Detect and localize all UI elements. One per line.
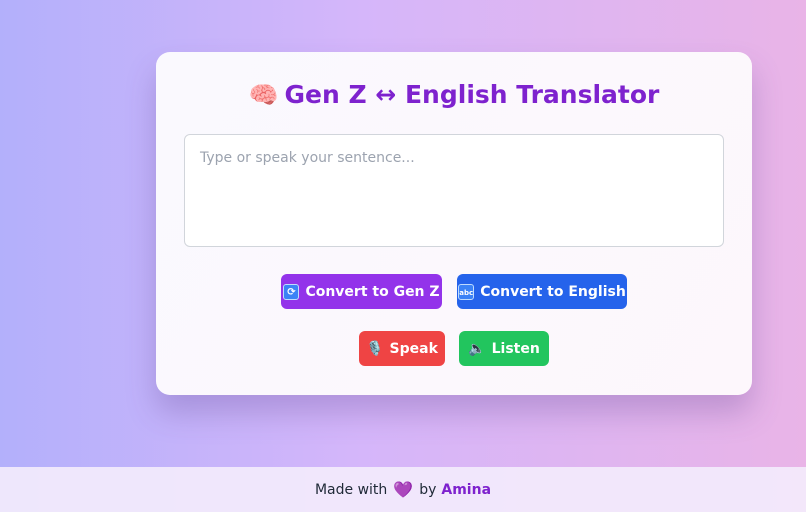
abc-icon: abc <box>458 283 475 300</box>
microphone-icon: 🎙️ <box>366 340 384 357</box>
footer-by: by <box>419 481 437 498</box>
title-text: Gen Z ↔ English Translator <box>284 80 660 109</box>
speaker-icon: 🔈 <box>468 340 486 357</box>
convert-to-english-label: Convert to English <box>480 283 626 300</box>
convert-to-genz-label: Convert to Gen Z <box>305 283 440 300</box>
footer: Made with 💜 by Amina <box>0 467 806 512</box>
sentence-input[interactable] <box>184 134 724 247</box>
speak-button[interactable]: 🎙️ Speak <box>359 331 445 366</box>
footer-author: Amina <box>441 481 492 498</box>
page-title: 🧠 Gen Z ↔ English Translator <box>156 80 752 109</box>
convert-to-genz-button[interactable]: ⟳ Convert to Gen Z <box>281 274 442 309</box>
translator-card: 🧠Gen Z ↔ English Translator ⟳ Convert to… <box>156 52 752 395</box>
brain-icon: 🧠 <box>248 81 279 109</box>
speak-label: Speak <box>389 340 438 357</box>
refresh-icon: ⟳ <box>283 283 300 300</box>
listen-button[interactable]: 🔈 Listen <box>459 331 549 366</box>
heart-icon: 💜 <box>393 480 414 499</box>
listen-label: Listen <box>491 340 540 357</box>
convert-to-english-button[interactable]: abc Convert to English <box>457 274 627 309</box>
footer-made-with: Made with <box>314 481 388 498</box>
